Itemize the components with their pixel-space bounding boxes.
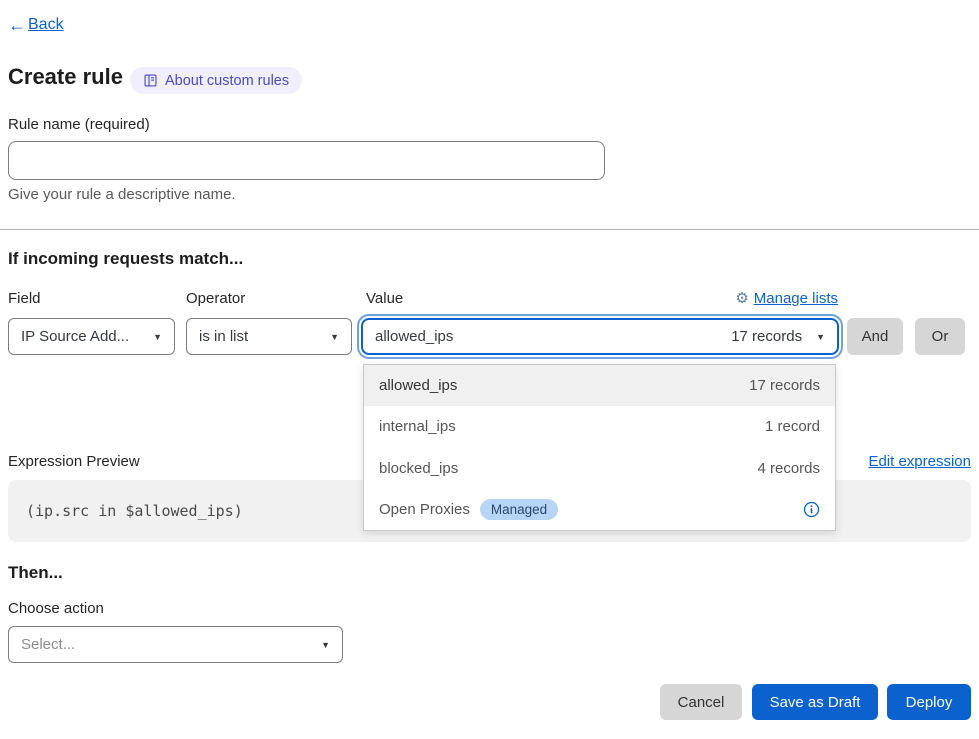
dropdown-item-blocked-ips[interactable]: blocked_ips 4 records <box>364 448 835 489</box>
value-select-name: allowed_ips <box>375 328 453 345</box>
field-label: Field <box>8 290 41 307</box>
list-name: allowed_ips <box>379 377 457 394</box>
about-custom-rules-link[interactable]: About custom rules <box>130 67 302 94</box>
about-badge-label: About custom rules <box>165 73 289 89</box>
list-record-count: 17 records <box>749 377 820 394</box>
list-record-count: 4 records <box>757 460 820 477</box>
field-select-value: IP Source Add... <box>21 328 129 345</box>
dropdown-item-open-proxies[interactable]: Open Proxies Managed <box>364 489 835 530</box>
dropdown-item-internal-ips[interactable]: internal_ips 1 record <box>364 406 835 447</box>
expression-preview-label: Expression Preview <box>8 453 140 470</box>
page-title: Create rule <box>8 64 123 90</box>
list-name: blocked_ips <box>379 460 458 477</box>
chevron-down-icon: ▼ <box>816 332 825 342</box>
dropdown-item-allowed-ips[interactable]: allowed_ips 17 records <box>364 365 835 406</box>
back-link[interactable]: ← Back <box>8 16 64 34</box>
field-select[interactable]: IP Source Add... ▼ <box>8 318 175 355</box>
create-rule-page: ← Back Create rule About custom rules Ru… <box>0 0 979 739</box>
rule-name-label: Rule name (required) <box>8 116 150 133</box>
managed-badge: Managed <box>480 499 558 521</box>
action-select[interactable]: Select... ▼ <box>8 626 343 663</box>
choose-action-label: Choose action <box>8 600 104 617</box>
chevron-down-icon: ▼ <box>330 332 339 342</box>
manage-lists-label: Manage lists <box>754 290 838 307</box>
gear-icon: ⚙ <box>735 291 748 306</box>
value-dropdown-menu: allowed_ips 17 records internal_ips 1 re… <box>363 364 836 531</box>
or-button[interactable]: Or <box>915 318 965 355</box>
operator-select-value: is in list <box>199 328 248 345</box>
rule-name-helper: Give your rule a descriptive name. <box>8 186 236 203</box>
list-name: internal_ips <box>379 418 456 435</box>
back-arrow-icon: ← <box>8 16 26 34</box>
action-select-placeholder: Select... <box>21 636 75 653</box>
expression-code: (ip.src in $allowed_ips) <box>26 502 243 520</box>
rule-name-input[interactable] <box>8 141 605 180</box>
book-icon <box>143 73 158 88</box>
value-select-records: 17 records <box>731 328 806 345</box>
info-icon[interactable] <box>803 501 820 518</box>
back-label: Back <box>28 16 64 34</box>
value-select[interactable]: allowed_ips 17 records ▼ <box>361 318 839 355</box>
then-section-heading: Then... <box>8 563 63 583</box>
deploy-button[interactable]: Deploy <box>887 684 971 720</box>
edit-expression-link[interactable]: Edit expression <box>868 453 971 470</box>
save-as-draft-button[interactable]: Save as Draft <box>752 684 878 720</box>
operator-select[interactable]: is in list ▼ <box>186 318 352 355</box>
list-record-count: 1 record <box>765 418 820 435</box>
and-button[interactable]: And <box>847 318 903 355</box>
value-label: Value <box>366 290 403 307</box>
manage-lists-link[interactable]: ⚙ Manage lists <box>735 290 838 307</box>
chevron-down-icon: ▼ <box>321 640 330 650</box>
list-name: Open Proxies <box>379 501 470 518</box>
match-section-heading: If incoming requests match... <box>8 249 243 269</box>
cancel-button[interactable]: Cancel <box>660 684 742 720</box>
section-divider <box>0 229 979 230</box>
operator-label: Operator <box>186 290 245 307</box>
chevron-down-icon: ▼ <box>153 332 162 342</box>
